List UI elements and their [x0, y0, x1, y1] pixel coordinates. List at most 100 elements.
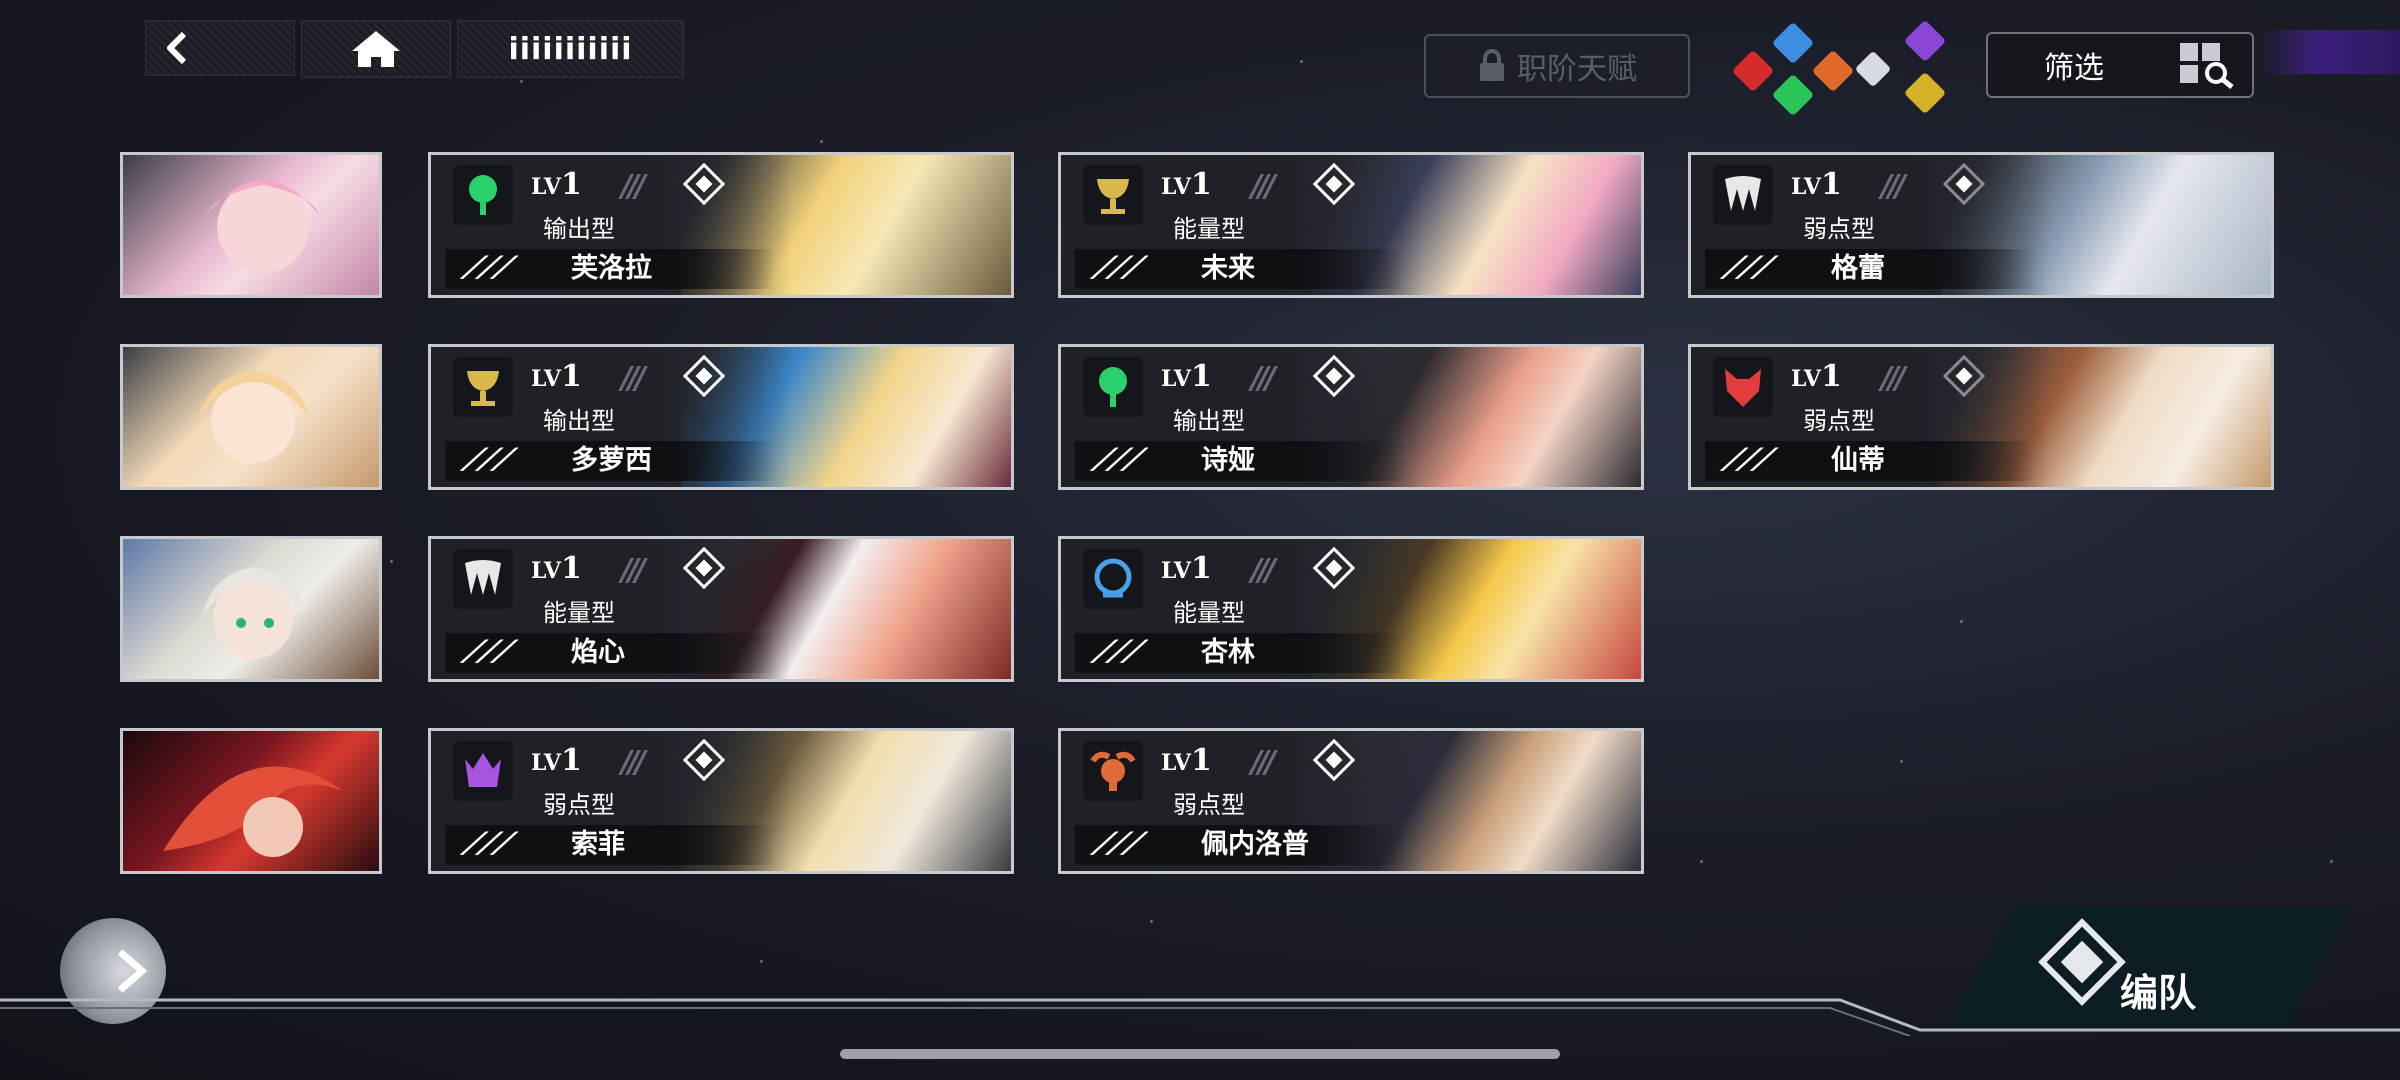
- portrait-card-1[interactable]: [120, 152, 382, 298]
- wings-icon: ⟋⟋⟋: [461, 635, 512, 670]
- name-bar: ⟋⟋⟋ 索菲: [445, 825, 775, 865]
- page-title: iiiiiiiiiii: [457, 20, 684, 78]
- crown-icon: [453, 741, 513, 801]
- character-name: 仙蒂: [1831, 445, 1885, 476]
- light-gem-icon: [1854, 50, 1892, 88]
- decorative-glow: [2260, 30, 2400, 74]
- level-value: 1: [560, 359, 582, 394]
- level-value: 1: [1190, 167, 1212, 202]
- character-name: 佩内洛普: [1201, 829, 1309, 860]
- back-arrow-icon: [167, 31, 187, 65]
- name-bar: ⟋⟋⟋ 仙蒂: [1705, 441, 2035, 481]
- level-value: 1: [1190, 359, 1212, 394]
- class-talent-label: 职阶天赋: [1517, 52, 1637, 87]
- rank-slashes: ///: [1251, 361, 1276, 396]
- wings-icon: ⟋⟋⟋: [461, 251, 512, 286]
- wolf-icon: [1713, 357, 1773, 417]
- chalice-icon: [453, 357, 513, 417]
- character-name: 焰心: [571, 637, 625, 668]
- home-button[interactable]: [301, 20, 451, 78]
- character-type: 弱点型: [1803, 407, 1875, 435]
- level-value: 1: [560, 743, 582, 778]
- rank-slashes: ///: [621, 361, 646, 396]
- character-name: 诗娅: [1201, 445, 1255, 476]
- character-type: 能量型: [543, 599, 615, 627]
- character-card-yanxin[interactable]: LV1 /// 能量型 ⟋⟋⟋ 焰心: [428, 536, 1014, 682]
- tree-icon: [1083, 357, 1143, 417]
- ram-icon: [1083, 741, 1143, 801]
- rank-slashes: ///: [621, 745, 646, 780]
- character-card-shiya[interactable]: LV1 /// 输出型 ⟋⟋⟋ 诗娅: [1058, 344, 1644, 490]
- filter-button[interactable]: 筛选: [1986, 32, 2254, 98]
- character-card-sophie[interactable]: LV1 /// 弱点型 ⟋⟋⟋ 索菲: [428, 728, 1014, 874]
- formation-button[interactable]: 编队: [1938, 906, 2362, 1026]
- level-value: 1: [1190, 551, 1212, 586]
- character-portrait: [203, 567, 307, 659]
- level-value: 1: [1820, 359, 1842, 394]
- wings-icon: ⟋⟋⟋: [1091, 251, 1142, 286]
- wind-gem-icon: [1771, 73, 1815, 117]
- formation-emblem-icon: [2038, 918, 2126, 1006]
- character-type: 能量型: [1173, 599, 1245, 627]
- top-navigation: iiiiiiiiiii: [145, 20, 684, 78]
- level-value: 1: [560, 167, 582, 202]
- portrait-card-3[interactable]: [120, 536, 382, 682]
- earth-gem-icon: [1811, 49, 1855, 93]
- level-label: LV1: [531, 167, 582, 202]
- wings-emblem-icon: [1713, 165, 1773, 225]
- wings-icon: ⟋⟋⟋: [1091, 443, 1142, 478]
- wings-icon: ⟋⟋⟋: [461, 443, 512, 478]
- name-bar: ⟋⟋⟋ 多萝西: [445, 441, 775, 481]
- lock-icon: [1480, 49, 1504, 81]
- character-type: 弱点型: [1173, 791, 1245, 819]
- system-home-indicator[interactable]: [840, 1049, 1560, 1059]
- rank-slashes: ///: [1251, 553, 1276, 588]
- level-value: 1: [1820, 167, 1842, 202]
- home-icon: [352, 31, 400, 67]
- gold-gem-icon: [1903, 71, 1947, 115]
- name-bar: ⟋⟋⟋ 格蕾: [1705, 249, 2035, 289]
- element-filter-gems[interactable]: [1720, 19, 1960, 117]
- chevron-right-icon: [117, 949, 148, 993]
- character-type: 能量型: [1173, 215, 1245, 243]
- character-name: 芙洛拉: [571, 253, 652, 284]
- character-card-xinglin[interactable]: LV1 /// 能量型 ⟋⟋⟋ 杏林: [1058, 536, 1644, 682]
- character-portrait: [207, 180, 319, 273]
- character-card-penelope[interactable]: LV1 /// 弱点型 ⟋⟋⟋ 佩内洛普: [1058, 728, 1644, 874]
- name-bar: ⟋⟋⟋ 未来: [1075, 249, 1405, 289]
- level-label: LV1: [1791, 167, 1842, 202]
- character-card-cindy[interactable]: LV1 /// 弱点型 ⟋⟋⟋ 仙蒂: [1688, 344, 2274, 490]
- filter-grid-search-icon: [2180, 43, 2234, 89]
- wings-icon: ⟋⟋⟋: [461, 827, 512, 862]
- character-type: 输出型: [1173, 407, 1245, 435]
- character-name: 索菲: [571, 829, 625, 860]
- back-button[interactable]: [145, 20, 295, 76]
- level-label: LV1: [1161, 743, 1212, 778]
- portrait-card-4[interactable]: [120, 728, 382, 874]
- character-card-dorothy[interactable]: LV1 /// 输出型 ⟋⟋⟋ 多萝西: [428, 344, 1014, 490]
- wings-icon: ⟋⟋⟋: [1091, 827, 1142, 862]
- character-portrait: [199, 371, 309, 463]
- rank-slashes: ///: [621, 553, 646, 588]
- character-card-grey[interactable]: LV1 /// 弱点型 ⟋⟋⟋ 格蕾: [1688, 152, 2274, 298]
- level-label: LV1: [1161, 359, 1212, 394]
- wings-icon: ⟋⟋⟋: [1721, 251, 1772, 286]
- formation-label: 编队: [2120, 971, 2197, 1015]
- shield-icon: [1083, 549, 1143, 609]
- character-type: 弱点型: [1803, 215, 1875, 243]
- level-label: LV1: [1161, 551, 1212, 586]
- character-type: 输出型: [543, 215, 615, 243]
- class-talent-button[interactable]: 职阶天赋: [1424, 34, 1690, 98]
- character-type: 弱点型: [543, 791, 615, 819]
- character-card-mirai[interactable]: LV1 /// 能量型 ⟋⟋⟋ 未来: [1058, 152, 1644, 298]
- name-bar: ⟋⟋⟋ 芙洛拉: [445, 249, 775, 289]
- character-name: 未来: [1201, 253, 1255, 284]
- portrait-card-2[interactable]: [120, 344, 382, 490]
- level-label: LV1: [531, 359, 582, 394]
- fire-gem-icon: [1731, 49, 1775, 93]
- wings-emblem-icon: [453, 549, 513, 609]
- rank-slashes: ///: [1251, 169, 1276, 204]
- character-card-flora[interactable]: LV1 /// 输出型 ⟋⟋⟋ 芙洛拉: [428, 152, 1014, 298]
- rank-slashes: ///: [1251, 745, 1276, 780]
- dark-gem-icon: [1903, 19, 1947, 63]
